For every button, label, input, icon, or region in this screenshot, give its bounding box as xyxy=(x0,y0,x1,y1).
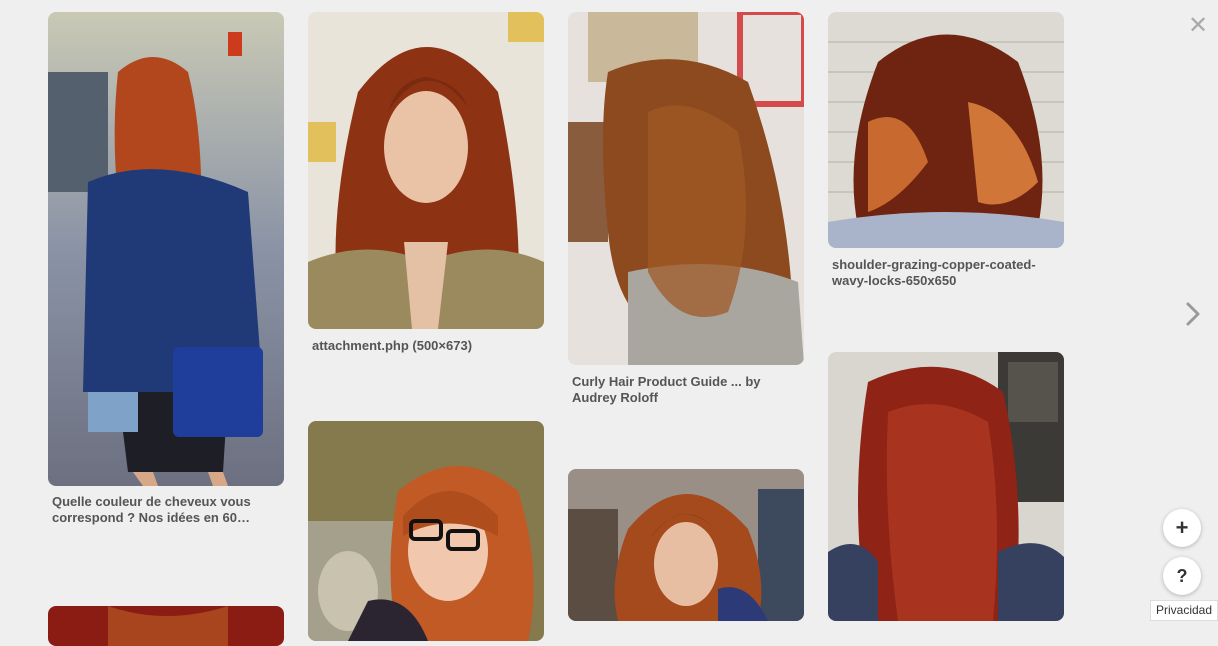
close-button[interactable]: ✕ xyxy=(1186,14,1210,38)
plus-icon: + xyxy=(1175,515,1189,540)
pin-image[interactable] xyxy=(48,12,284,486)
next-button[interactable] xyxy=(1182,300,1206,328)
pin-caption[interactable]: shoulder-grazing-copper-coated-wavy-lock… xyxy=(832,257,1052,289)
pin-caption[interactable]: Quelle couleur de cheveux vous correspon… xyxy=(52,494,272,526)
help-button[interactable]: ? xyxy=(1163,557,1201,595)
pin-image[interactable] xyxy=(48,606,284,646)
add-button[interactable]: + xyxy=(1163,509,1201,547)
pin-image[interactable] xyxy=(308,421,544,641)
pin-image[interactable] xyxy=(568,12,804,365)
close-icon: ✕ xyxy=(1187,12,1209,39)
pin-image[interactable] xyxy=(828,352,1064,621)
pin-image[interactable] xyxy=(828,12,1064,248)
pin-image[interactable] xyxy=(568,469,804,621)
pin-image[interactable] xyxy=(308,12,544,329)
pin-caption[interactable]: Curly Hair Product Guide ... by Audrey R… xyxy=(572,374,792,406)
help-icon: ? xyxy=(1176,566,1188,586)
chevron-right-icon xyxy=(1186,302,1200,326)
pin-caption[interactable]: attachment.php (500×673) xyxy=(312,338,532,354)
privacy-link[interactable]: Privacidad xyxy=(1150,600,1218,621)
